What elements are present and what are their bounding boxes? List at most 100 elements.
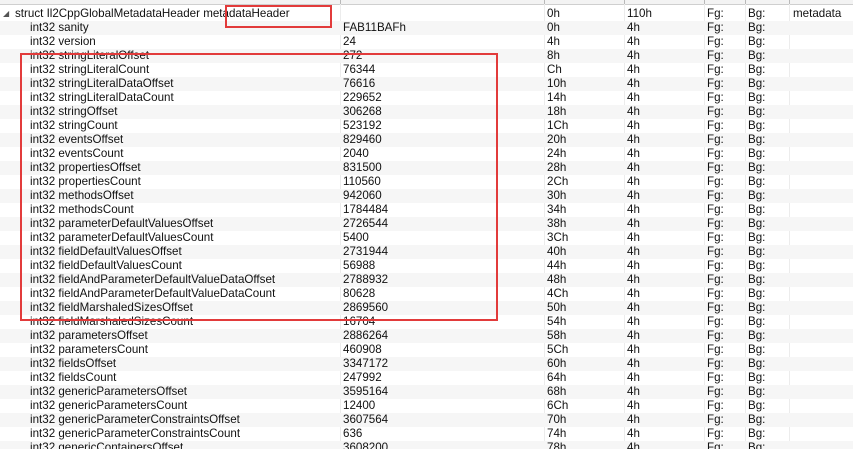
cell-fg-color[interactable]: Fg: (707, 427, 747, 441)
cell-fg-color[interactable]: Fg: (707, 119, 747, 133)
field-row[interactable]: int32 eventsOffset 829460 20h 4h Fg: Bg: (0, 133, 853, 147)
cell-bg-color[interactable]: Bg: (748, 329, 788, 343)
field-row[interactable]: int32 parametersCount 460908 5Ch 4h Fg: Bg: (0, 343, 853, 357)
field-row[interactable]: int32 stringLiteralDataCount 229652 14h 4h F… (0, 91, 853, 105)
cell-bg-color[interactable]: Bg: (748, 301, 788, 315)
triangle-down-icon[interactable]: ◢ (3, 10, 11, 18)
field-row[interactable]: int32 genericParameterConstraintsOffset 3… (0, 413, 853, 427)
field-row[interactable]: int32 genericParametersCount 12400 6Ch 4h Fg… (0, 399, 853, 413)
cell-fg-color[interactable]: Fg: (707, 273, 747, 287)
cell-fg-color[interactable]: Fg: (707, 91, 747, 105)
cell-bg-color[interactable]: Bg: (748, 119, 788, 133)
field-row[interactable]: int32 fieldsCount 247992 64h 4h Fg: Bg: (0, 371, 853, 385)
field-row[interactable]: int32 propertiesOffset 831500 28h 4h Fg: Bg: (0, 161, 853, 175)
cell-fg-color[interactable]: Fg: (707, 441, 747, 449)
field-row[interactable]: int32 stringLiteralOffset 272 8h 4h Fg: Bg: (0, 49, 853, 63)
field-row[interactable]: int32 parameterDefaultValuesCount 5400 3Ch… (0, 231, 853, 245)
field-row[interactable]: int32 fieldDefaultValuesOffset 2731944 40h… (0, 245, 853, 259)
field-row[interactable]: int32 methodsCount 1784484 34h 4h Fg: Bg: (0, 203, 853, 217)
cell-fg-color[interactable]: Fg: (707, 35, 747, 49)
cell-fg-color[interactable]: Fg: (707, 189, 747, 203)
field-row[interactable]: int32 stringLiteralCount 76344 Ch 4h Fg: Bg: (0, 63, 853, 77)
field-row[interactable]: int32 sanity FAB11BAFh 0h 4h Fg: Bg: (0, 21, 853, 35)
cell-bg-color[interactable]: Bg: (748, 343, 788, 357)
cell-bg-color[interactable]: Bg: (748, 91, 788, 105)
cell-fg-color[interactable]: Fg: (707, 259, 747, 273)
cell-fg-color[interactable]: Fg: (707, 63, 747, 77)
cell-bg-color[interactable]: Bg: (748, 77, 788, 91)
cell-fg-color[interactable]: Fg: (707, 217, 747, 231)
cell-bg-color[interactable]: Bg: (748, 413, 788, 427)
field-row[interactable]: int32 fieldAndParameterDefaultValueDataC… (0, 287, 853, 301)
cell-fg-color[interactable]: Fg: (707, 315, 747, 329)
cell-fg-color[interactable]: Fg: (707, 357, 747, 371)
field-row[interactable]: int32 methodsOffset 942060 30h 4h Fg: Bg: (0, 189, 853, 203)
field-row[interactable]: int32 fieldDefaultValuesCount 56988 44h 4h F… (0, 259, 853, 273)
cell-fg-color[interactable]: Fg: (707, 49, 747, 63)
cell-bg-color[interactable]: Bg: (748, 427, 788, 441)
field-row[interactable]: int32 propertiesCount 110560 2Ch 4h Fg: Bg: (0, 175, 853, 189)
cell-fg-color[interactable]: Fg: (707, 147, 747, 161)
cell-fg-color[interactable]: Fg: (707, 301, 747, 315)
cell-size: 4h (627, 245, 640, 258)
cell-bg-color[interactable]: Bg: (748, 105, 788, 119)
field-row[interactable]: int32 version 24 4h 4h Fg: Bg: (0, 35, 853, 49)
cell-fg-color[interactable]: Fg: (707, 105, 747, 119)
field-row[interactable]: int32 fieldsOffset 3347172 60h 4h Fg: Bg: (0, 357, 853, 371)
cell-bg-color[interactable]: Bg: (748, 63, 788, 77)
cell-bg-color[interactable]: Bg: (748, 231, 788, 245)
cell-fg-color[interactable]: Fg: (707, 133, 747, 147)
cell-fg-color[interactable]: Fg: (707, 7, 747, 21)
cell-fg-color[interactable]: Fg: (707, 21, 747, 35)
cell-bg-color[interactable]: Bg: (748, 259, 788, 273)
cell-bg-color[interactable]: Bg: (748, 399, 788, 413)
cell-fg-color[interactable]: Fg: (707, 245, 747, 259)
cell-bg-color[interactable]: Bg: (748, 189, 788, 203)
cell-bg-color[interactable]: Bg: (748, 315, 788, 329)
cell-bg-color[interactable]: Bg: (748, 203, 788, 217)
cell-bg-color[interactable]: Bg: (748, 245, 788, 259)
cell-bg-color[interactable]: Bg: (748, 287, 788, 301)
cell-bg-color[interactable]: Bg: (748, 175, 788, 189)
field-row[interactable]: int32 genericParametersOffset 3595164 68h 4… (0, 385, 853, 399)
cell-bg-color[interactable]: Bg: (748, 133, 788, 147)
cell-bg-color[interactable]: Bg: (748, 441, 788, 449)
field-row[interactable]: int32 stringOffset 306268 18h 4h Fg: Bg: (0, 105, 853, 119)
cell-bg-color[interactable]: Bg: (748, 147, 788, 161)
cell-bg-color[interactable]: Bg: (748, 21, 788, 35)
cell-fg-color[interactable]: Fg: (707, 385, 747, 399)
cell-fg-color[interactable]: Fg: (707, 371, 747, 385)
field-row[interactable]: int32 parametersOffset 2886264 58h 4h Fg: Bg: (0, 329, 853, 343)
field-row[interactable]: int32 genericContainersOffset 3608200 78h 4… (0, 441, 853, 449)
cell-bg-color[interactable]: Bg: (748, 161, 788, 175)
field-row[interactable]: int32 fieldAndParameterDefaultValueDataO… (0, 273, 853, 287)
cell-bg-color[interactable]: Bg: (748, 7, 788, 21)
cell-fg-color[interactable]: Fg: (707, 343, 747, 357)
cell-fg-color[interactable]: Fg: (707, 399, 747, 413)
cell-bg-color[interactable]: Bg: (748, 217, 788, 231)
cell-fg-color[interactable]: Fg: (707, 329, 747, 343)
cell-name: struct Il2CppGlobalMetadataHeader metada… (15, 7, 323, 21)
field-row[interactable]: int32 eventsCount 2040 24h 4h Fg: Bg: (0, 147, 853, 161)
cell-bg-color[interactable]: Bg: (748, 385, 788, 399)
cell-fg-color[interactable]: Fg: (707, 161, 747, 175)
cell-fg-color[interactable]: Fg: (707, 203, 747, 217)
field-row[interactable]: int32 fieldMarshaledSizesCount 16704 54h 4h… (0, 315, 853, 329)
cell-fg-color[interactable]: Fg: (707, 413, 747, 427)
cell-fg-color[interactable]: Fg: (707, 287, 747, 301)
field-row[interactable]: int32 stringCount 523192 1Ch 4h Fg: Bg: (0, 119, 853, 133)
field-row[interactable]: int32 fieldMarshaledSizesOffset 2869560 50… (0, 301, 853, 315)
struct-row[interactable]: ◢ struct Il2CppGlobalMetadataHeader metad… (0, 7, 853, 21)
cell-comment (793, 245, 853, 259)
cell-bg-color[interactable]: Bg: (748, 273, 788, 287)
cell-bg-color[interactable]: Bg: (748, 49, 788, 63)
field-row[interactable]: int32 genericParameterConstraintsCount 63… (0, 427, 853, 441)
field-row[interactable]: int32 stringLiteralDataOffset 76616 10h 4h F… (0, 77, 853, 91)
field-row[interactable]: int32 parameterDefaultValuesOffset 272654… (0, 217, 853, 231)
cell-bg-color[interactable]: Bg: (748, 35, 788, 49)
cell-bg-color[interactable]: Bg: (748, 357, 788, 371)
cell-fg-color[interactable]: Fg: (707, 231, 747, 245)
cell-bg-color[interactable]: Bg: (748, 371, 788, 385)
cell-fg-color[interactable]: Fg: (707, 175, 747, 189)
cell-fg-color[interactable]: Fg: (707, 77, 747, 91)
